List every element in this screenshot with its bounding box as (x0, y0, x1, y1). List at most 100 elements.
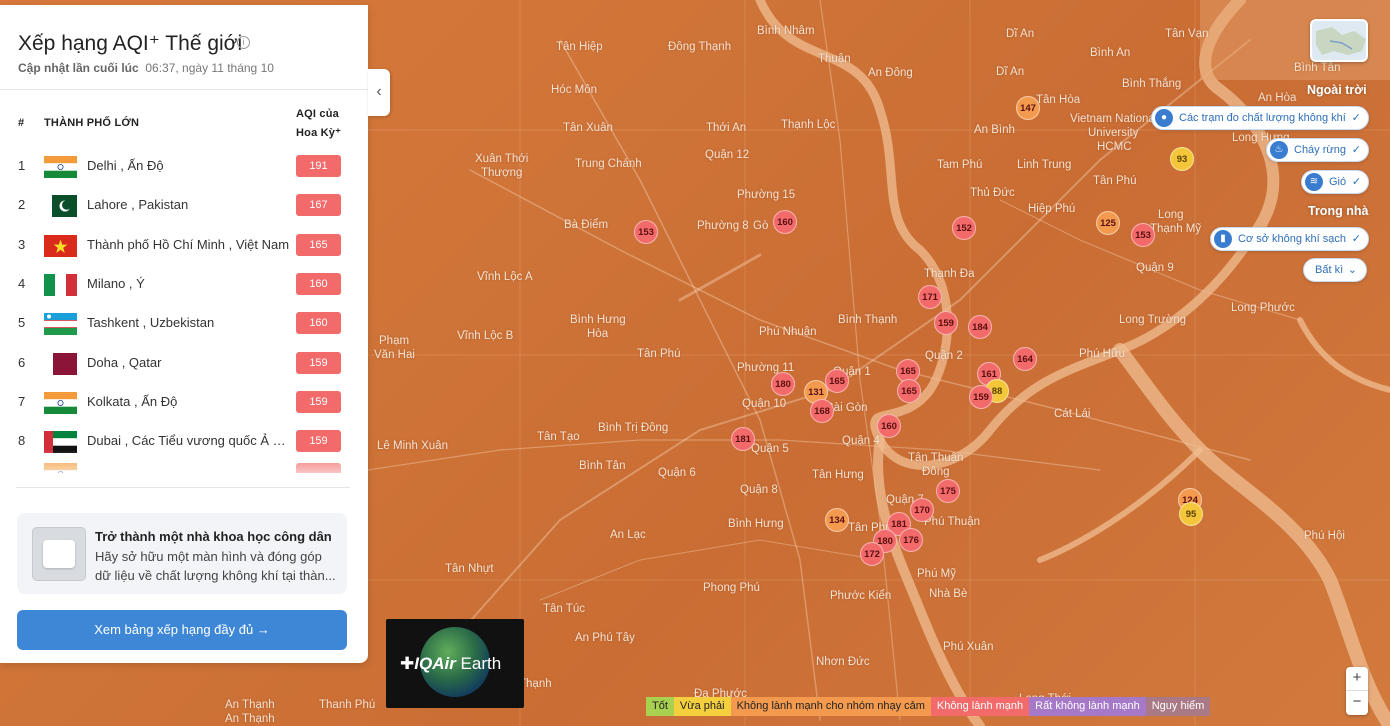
place-label: Bình Hưng (570, 314, 626, 326)
legend-item: Rất không lành mạnh (1029, 697, 1146, 716)
place-label: Tân Vạn (1165, 28, 1209, 40)
table-row[interactable]: 1 Delhi , Ấn Độ 191 (0, 147, 368, 186)
aqi-legend: Tốt Vừa phải Không lành mạnh cho nhóm nhạy… (646, 697, 1211, 716)
col-city-header: THÀNH PHỐ LỚN (44, 117, 140, 129)
table-row[interactable]: 2 Lahore , Pakistan 167 (0, 186, 368, 225)
place-label: Tân Hiệp (556, 41, 603, 53)
aqi-station-marker[interactable]: 175 (936, 479, 960, 503)
ranking-panel: Xếp hạng AQI⁺ Thế giới i Cập nhật lần cu… (0, 5, 368, 663)
rank-number: 5 (18, 315, 26, 331)
station-icon: ● (1155, 109, 1173, 127)
aqi-station-marker[interactable]: 159 (969, 385, 993, 409)
aqi-station-marker[interactable]: 134 (825, 508, 849, 532)
zoom-out-button[interactable]: − (1346, 691, 1368, 715)
city-name[interactable]: Doha , Qatar (87, 355, 294, 370)
aqi-station-marker[interactable]: 171 (918, 285, 942, 309)
toggle-clean-air-facilities[interactable]: ▮ Cơ sở không khí sạch ✓ (1210, 227, 1369, 251)
aqi-station-marker[interactable]: 165 (825, 369, 849, 393)
city-name[interactable]: Delhi , Ấn Độ (87, 158, 294, 173)
place-label: Tân Túc (543, 603, 585, 615)
place-label: Long (1158, 209, 1184, 221)
aqi-station-marker[interactable]: 176 (899, 528, 923, 552)
toggle-wind[interactable]: ≋ Gió ✓ (1301, 170, 1370, 194)
outdoor-label: Ngoài trời (1307, 83, 1367, 97)
check-icon: ✓ (1351, 112, 1361, 124)
aqi-station-marker[interactable]: 159 (934, 311, 958, 335)
place-label: Vietnam National (1070, 113, 1158, 125)
minimap[interactable] (1310, 19, 1368, 62)
place-label: Phú Xuân (943, 641, 994, 653)
place-label: An Hòa (1258, 92, 1297, 104)
aqi-station-marker[interactable]: 95 (1179, 502, 1203, 526)
aqi-badge: 165 (296, 233, 341, 256)
minimap-graphic (1316, 27, 1366, 55)
aqi-station-marker[interactable]: 184 (968, 315, 992, 339)
collapse-panel-button[interactable]: ‹ (368, 69, 390, 116)
table-row[interactable]: 7 Kolkata , Ấn Độ 159 (0, 383, 368, 422)
place-label: Thượng (481, 167, 523, 179)
place-label: Vĩnh Lộc B (457, 330, 514, 342)
wind-icon: ≋ (1305, 173, 1323, 191)
card-body: Hãy sở hữu một màn hình và đóng góp dữ l… (95, 549, 336, 583)
info-icon[interactable]: i (237, 36, 250, 49)
aqi-station-marker[interactable]: 153 (1131, 223, 1155, 247)
table-row[interactable]: 6 Doha , Qatar 159 (0, 344, 368, 383)
aqi-station-marker[interactable]: 170 (910, 498, 934, 522)
rank-number: 4 (18, 275, 26, 291)
rank-number: 7 (18, 393, 26, 409)
place-label: Gò (753, 220, 769, 232)
place-label: Thủ Đức (970, 187, 1015, 199)
table-row[interactable]: 4 Milano , Ý 160 (0, 265, 368, 304)
legend-item: Vừa phải (673, 697, 731, 716)
rank-number: 6 (18, 354, 26, 370)
place-label: Tân Thuận (908, 452, 964, 464)
citizen-scientist-card[interactable]: Trở thành một nhà khoa học công dân Hãy … (17, 513, 347, 594)
aqi-station-marker[interactable]: 164 (1013, 347, 1037, 371)
city-name[interactable]: Lahore , Pakistan (87, 197, 294, 212)
aqi-station-marker[interactable]: 160 (877, 414, 901, 438)
aqi-station-marker[interactable]: 147 (1016, 96, 1040, 120)
any-dropdown[interactable]: Bất kì ⌄ (1303, 258, 1367, 282)
aqi-station-marker[interactable]: 125 (1096, 211, 1120, 235)
aqi-station-marker[interactable]: 172 (860, 542, 884, 566)
place-label: Tam Phú (937, 159, 983, 171)
aqi-station-marker[interactable]: 153 (634, 220, 658, 244)
col-aqi-header-1: AQI của (296, 108, 339, 120)
place-label: Đông Thạnh (668, 41, 732, 53)
aqi-badge: 167 (296, 194, 341, 217)
zoom-in-button[interactable]: + (1346, 667, 1368, 691)
table-row[interactable]: 3 Thành phố Hồ Chí Minh , Việt Nam 165 (0, 226, 368, 265)
logo-brand: IQAir (414, 654, 456, 673)
place-label: University (1088, 127, 1139, 139)
updated-label: Cập nhật lần cuối lúc (18, 61, 139, 75)
aqi-station-marker[interactable]: 180 (771, 372, 795, 396)
table-row[interactable]: 5 Tashkent , Uzbekistan 160 (0, 304, 368, 343)
aqi-station-marker[interactable]: 165 (897, 379, 921, 403)
aqi-station-marker[interactable]: 93 (1170, 147, 1194, 171)
aqi-station-marker[interactable]: 181 (731, 427, 755, 451)
aqi-station-marker[interactable]: 152 (952, 216, 976, 240)
city-name[interactable]: Milano , Ý (87, 276, 294, 291)
rank-number: 1 (18, 158, 26, 173)
city-name[interactable]: Kolkata , Ấn Độ (87, 394, 294, 409)
city-name[interactable]: Dubai , Các Tiểu vương quốc Ả Rập Thống … (87, 433, 294, 448)
legend-item: Nguy hiểm (1145, 697, 1211, 716)
chevron-down-icon: ⌄ (1347, 264, 1357, 276)
indoor-label: Trong nhà (1308, 204, 1369, 218)
iqair-earth-logo[interactable]: ✚IQAir Earth (386, 619, 524, 708)
place-label: Long Trường (1119, 314, 1187, 326)
city-name[interactable]: Tashkent , Uzbekistan (87, 315, 294, 330)
city-name[interactable]: Thành phố Hồ Chí Minh , Việt Nam (87, 237, 294, 252)
place-label: Thạnh Lộc (781, 119, 836, 131)
country-flag-icon (44, 391, 77, 414)
place-label: Tân Hưng (812, 469, 864, 481)
aqi-station-marker[interactable]: 160 (773, 210, 797, 234)
full-ranking-button[interactable]: Xem bảng xếp hạng đầy đủ → (17, 610, 347, 650)
place-label: Bình Thắng (1122, 78, 1182, 90)
aqi-station-marker[interactable]: 168 (810, 399, 834, 423)
toggle-air-stations[interactable]: ● Các trạm đo chất lượng không khí ✓ (1151, 106, 1369, 130)
place-label: Tân Phú (637, 348, 681, 360)
rank-number: 3 (18, 236, 26, 252)
list-fade (0, 450, 368, 488)
toggle-fires[interactable]: ♨ Cháy rừng ✓ (1266, 138, 1369, 162)
